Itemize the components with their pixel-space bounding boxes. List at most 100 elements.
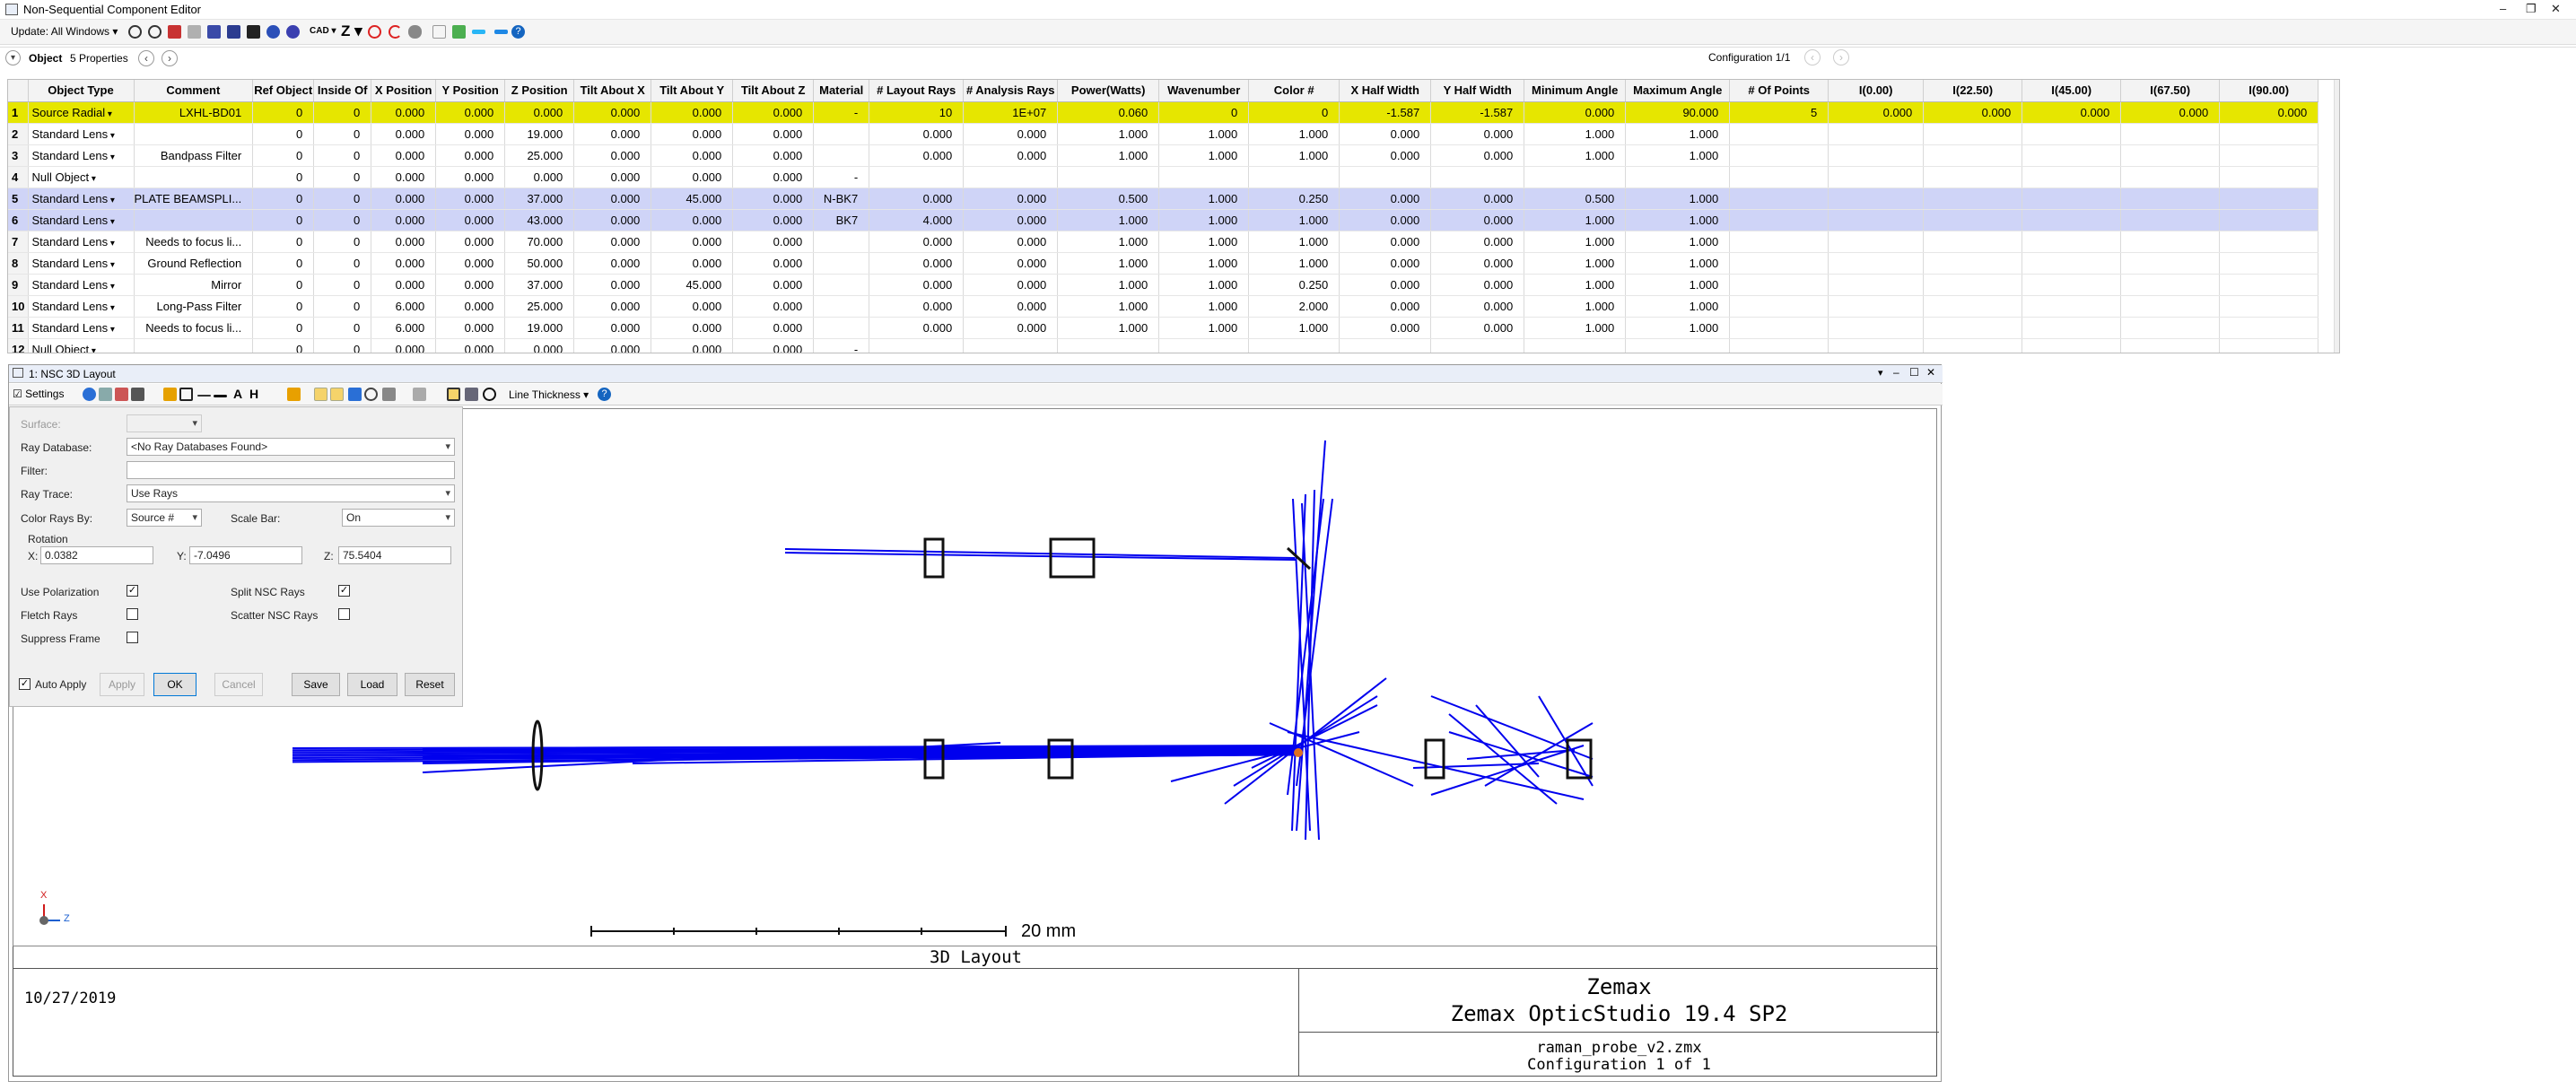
table-cell[interactable]: 1.000 (1158, 274, 1250, 296)
table-cell[interactable] (134, 123, 254, 145)
table-cell[interactable]: 0.000 (2120, 101, 2221, 124)
column-header[interactable]: Minimum Angle (1524, 80, 1627, 102)
column-header[interactable]: Z Position (504, 80, 575, 102)
table-cell[interactable]: 0.000 (435, 144, 506, 167)
object-type-cell[interactable]: Standard Lens ▾ (28, 252, 135, 275)
table-row[interactable]: 12 Null Object ▾ 0 0 0.000 0.000 0.000 0.000 0.0… (8, 338, 2319, 353)
table-cell[interactable] (1339, 338, 1432, 353)
column-header[interactable]: # Of Points (1729, 80, 1829, 102)
row-number[interactable]: 1 (8, 101, 29, 124)
table-cell[interactable]: 0.000 (371, 166, 437, 188)
column-header[interactable]: I(67.50) (2120, 80, 2221, 102)
table-cell[interactable] (2022, 274, 2122, 296)
cad-dropdown[interactable]: CAD ▾ (310, 26, 336, 36)
table-cell[interactable]: 0.000 (435, 187, 506, 210)
table-cell[interactable] (2219, 123, 2319, 145)
table-cell[interactable]: 0.000 (573, 166, 652, 188)
table-cell[interactable]: 0.000 (1339, 295, 1432, 318)
object-type-cell[interactable]: Standard Lens ▾ (28, 144, 135, 167)
table-cell[interactable]: 1.000 (1524, 295, 1627, 318)
table-cell[interactable]: 0.000 (1339, 231, 1432, 253)
table-cell[interactable]: 0.000 (732, 274, 815, 296)
table-cell[interactable] (134, 209, 254, 231)
table-cell[interactable] (813, 317, 870, 339)
rotation-y-input[interactable]: -7.0496 (189, 546, 302, 564)
table-cell[interactable]: 1.000 (1625, 209, 1731, 231)
table-cell[interactable]: 0.000 (732, 295, 815, 318)
table-cell[interactable] (1057, 166, 1160, 188)
table-cell[interactable]: 6.000 (371, 317, 437, 339)
table-cell[interactable] (2120, 144, 2221, 167)
object-prev-button[interactable]: ‹ (138, 50, 154, 66)
table-cell[interactable]: 0.000 (504, 101, 575, 124)
table-cell[interactable]: 0.500 (1057, 187, 1160, 210)
table-cell[interactable]: 50.000 (504, 252, 575, 275)
table-cell[interactable]: 70.000 (504, 231, 575, 253)
object-type-cell[interactable]: Null Object ▾ (28, 338, 135, 353)
table-cell[interactable]: 0 (313, 123, 372, 145)
chevron-down-icon[interactable]: ▾ (108, 282, 115, 292)
table-cell[interactable] (2120, 274, 2221, 296)
object-type-cell[interactable]: Standard Lens ▾ (28, 209, 135, 231)
table-cell[interactable]: 0.000 (435, 123, 506, 145)
table-cell[interactable]: 0 (313, 166, 372, 188)
table-cell[interactable] (2022, 123, 2122, 145)
update-windows-dropdown[interactable]: Update: All Windows ▾ (11, 25, 118, 38)
table-cell[interactable]: 0.000 (435, 231, 506, 253)
restore-icon[interactable]: ❐ (2526, 2, 2537, 16)
ray-trace-select[interactable]: Use Rays (127, 484, 455, 502)
table-cell[interactable]: 1.000 (1248, 231, 1340, 253)
table-cell[interactable] (1248, 166, 1340, 188)
object-type-cell[interactable]: Standard Lens ▾ (28, 274, 135, 296)
table-cell[interactable]: 0.000 (1339, 252, 1432, 275)
table-cell[interactable] (2219, 187, 2319, 210)
auto-apply-checkbox[interactable]: ✓ (19, 678, 31, 690)
table-cell[interactable] (1729, 295, 1829, 318)
forward-icon[interactable] (494, 30, 508, 34)
table-cell[interactable] (1923, 166, 2023, 188)
row-number[interactable]: 11 (8, 317, 29, 339)
table-cell[interactable]: 0 (252, 231, 315, 253)
table-cell[interactable]: 0.000 (651, 166, 734, 188)
table-cell[interactable]: 0.000 (573, 123, 652, 145)
object-type-cell[interactable]: Source Radial ▾ (28, 101, 135, 124)
table-cell[interactable]: 1.000 (1524, 144, 1627, 167)
table-cell[interactable] (2219, 274, 2319, 296)
table-cell[interactable]: 0 (252, 123, 315, 145)
line-thickness-dropdown[interactable]: Line Thickness ▾ (509, 388, 589, 401)
table-cell[interactable]: 0 (1158, 101, 1250, 124)
table-cell[interactable]: 0.000 (651, 295, 734, 318)
table-cell[interactable]: PLATE BEAMSPLI... (134, 187, 254, 210)
table-cell[interactable]: 1.000 (1158, 295, 1250, 318)
table-cell[interactable]: 0.000 (651, 338, 734, 353)
table-cell[interactable]: 0.000 (1339, 187, 1432, 210)
table-cell[interactable]: 0 (313, 101, 372, 124)
table-cell[interactable]: 0.000 (371, 144, 437, 167)
table-cell[interactable] (1923, 338, 2023, 353)
table-cell[interactable]: 19.000 (504, 317, 575, 339)
table-cell[interactable] (2120, 338, 2221, 353)
table-cell[interactable] (2120, 166, 2221, 188)
object-icon[interactable] (207, 25, 221, 39)
reset-button[interactable]: Reset (405, 673, 455, 696)
table-cell[interactable] (2219, 252, 2319, 275)
table-cell[interactable] (2219, 295, 2319, 318)
row-number[interactable]: 12 (8, 338, 29, 353)
table-cell[interactable]: 0.000 (651, 317, 734, 339)
table-cell[interactable] (1158, 166, 1250, 188)
column-header[interactable]: I(0.00) (1828, 80, 1925, 102)
refresh-all-icon[interactable] (148, 25, 162, 39)
row-number[interactable]: 6 (8, 209, 29, 231)
suppress-frame-checkbox[interactable] (127, 632, 138, 643)
object-type-cell[interactable]: Standard Lens ▾ (28, 123, 135, 145)
table-row[interactable]: 8 Standard Lens ▾ Ground Reflection 0 0 0.000… (8, 252, 2319, 275)
table-cell[interactable] (1524, 166, 1627, 188)
table-cell[interactable]: 0.000 (651, 252, 734, 275)
table-cell[interactable] (2120, 209, 2221, 231)
copy-layout-icon[interactable] (99, 388, 112, 401)
table-cell[interactable] (2022, 144, 2122, 167)
row-number[interactable]: 3 (8, 144, 29, 167)
table-cell[interactable]: 0.000 (651, 144, 734, 167)
table-cell[interactable]: 0.000 (869, 295, 965, 318)
table-cell[interactable]: 1.000 (1248, 252, 1340, 275)
